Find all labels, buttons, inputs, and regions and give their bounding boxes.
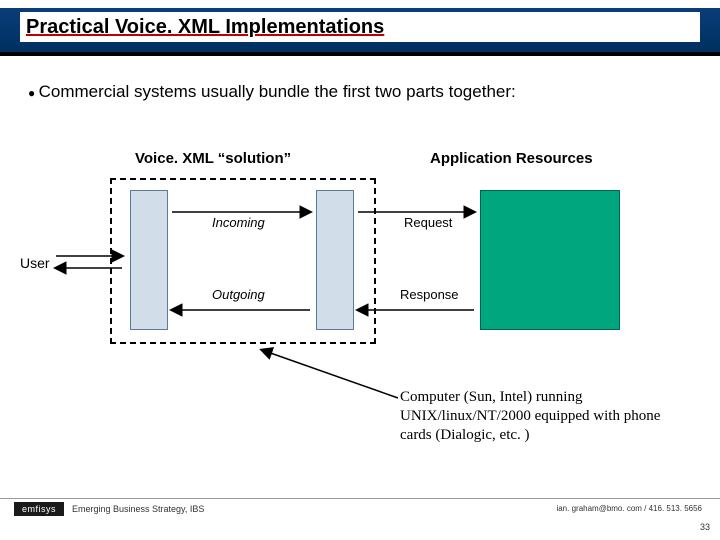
component-box-right	[316, 190, 354, 330]
component-box-left	[130, 190, 168, 330]
label-request: Request	[404, 215, 452, 230]
slide-number: 33	[700, 522, 710, 532]
application-resources-box	[480, 190, 620, 330]
caption-computer: Computer (Sun, Intel) running UNIX/linux…	[400, 388, 680, 444]
slide-header: Practical Voice. XML Implementations	[0, 8, 720, 56]
label-response: Response	[400, 287, 459, 302]
footer-right-text: ian. graham@bmo. com / 416. 513. 5656	[556, 504, 702, 513]
label-incoming: Incoming	[212, 215, 265, 230]
bullet-main: Commercial systems usually bundle the fi…	[28, 82, 516, 102]
footer-left-text: Emerging Business Strategy, IBS	[72, 504, 204, 514]
label-voicexml-solution: Voice. XML “solution”	[135, 150, 291, 167]
logo-emfisys: emfisys	[14, 502, 64, 516]
slide-title: Practical Voice. XML Implementations	[20, 12, 700, 42]
label-user: User	[20, 255, 50, 271]
footer-divider	[0, 498, 720, 499]
label-application-resources: Application Resources	[430, 150, 593, 167]
label-outgoing: Outgoing	[212, 287, 265, 302]
